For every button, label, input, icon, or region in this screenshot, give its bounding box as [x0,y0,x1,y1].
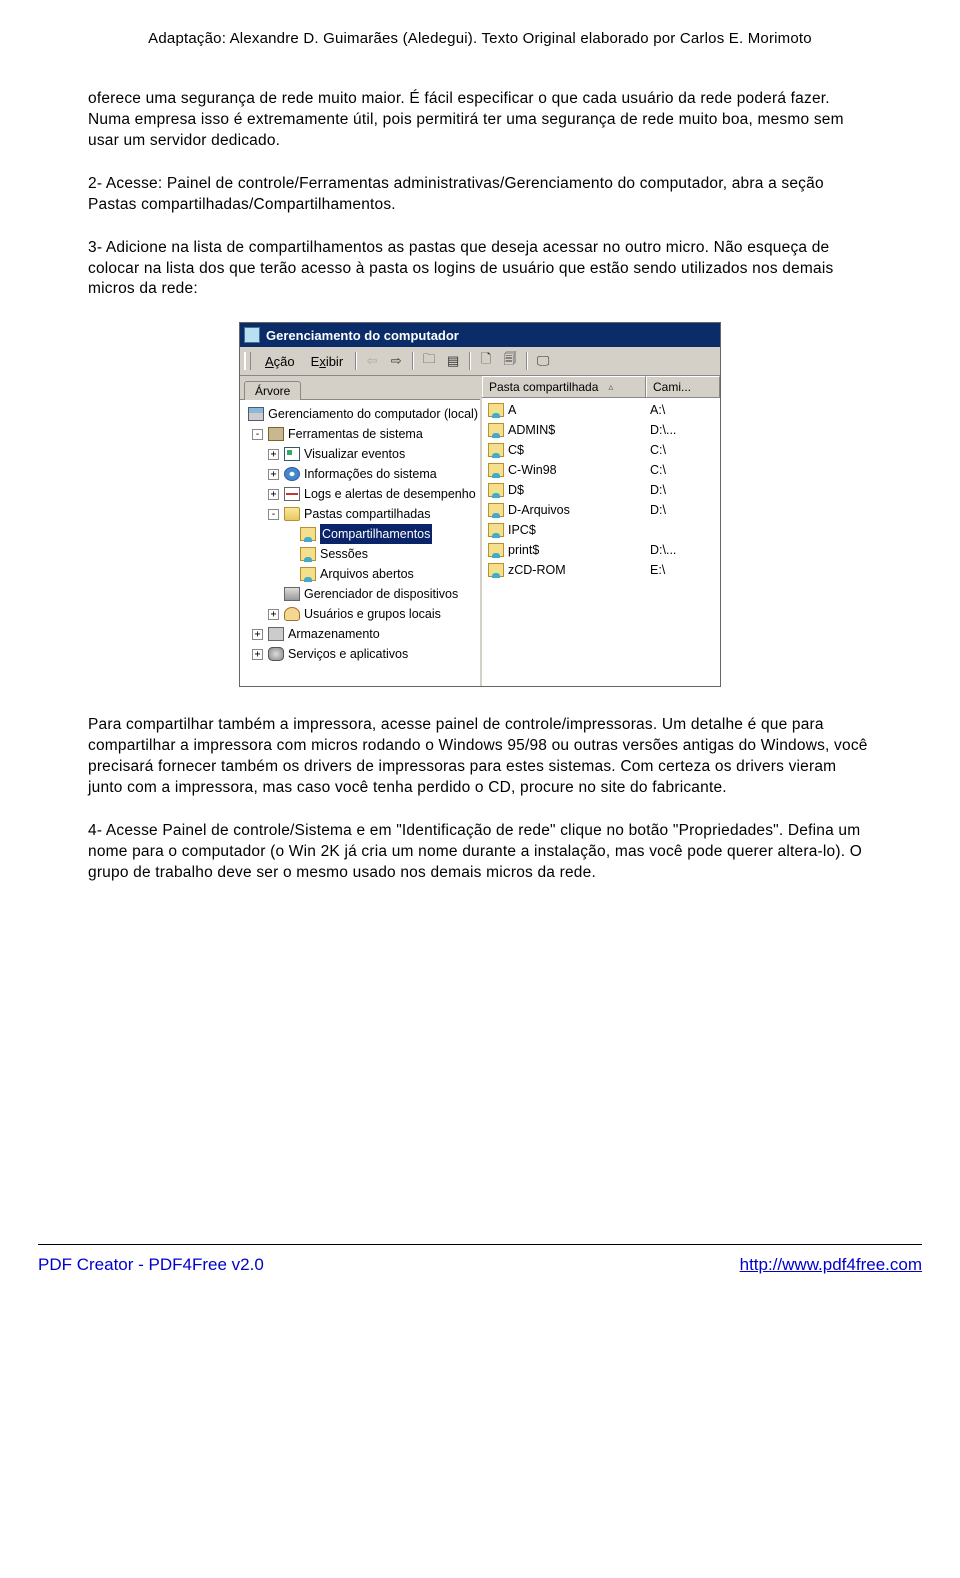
paragraph-4: Para compartilhar também a impressora, a… [88,715,872,799]
storage-icon [268,627,284,641]
tree-servicos[interactable]: Serviços e aplicativos [288,644,408,664]
share-icon [488,483,504,497]
list-item[interactable]: zCD-ROME:\ [482,560,720,580]
share-icon [488,463,504,477]
refresh-button[interactable]: 🗋 [475,351,497,371]
share-icon [488,443,504,457]
list-item[interactable]: AA:\ [482,400,720,420]
tree-sessoes[interactable]: Sessões [320,544,368,564]
list-item[interactable]: C$C:\ [482,440,720,460]
share-icon [488,543,504,557]
folder-open-icon [284,507,300,521]
log-icon [284,487,300,501]
paragraph-5: 4- Acesse Painel de controle/Sistema e e… [88,821,872,884]
tree-armaz[interactable]: Armazenamento [288,624,380,644]
titlebar[interactable]: Gerenciamento do computador [240,323,720,347]
page-footer: PDF Creator - PDF4Free v2.0 http://www.p… [38,1244,922,1295]
list-item[interactable]: D-ArquivosD:\ [482,500,720,520]
event-icon [284,447,300,461]
menu-exibir[interactable]: Exibir [303,352,352,371]
footer-product[interactable]: PDF Creator - PDF4Free v2.0 [38,1255,264,1275]
share-icon [300,547,316,561]
tree-view[interactable]: Gerenciamento do computador (local) -Fer… [240,400,480,668]
tree-pane: Árvore Gerenciamento do computador (loca… [240,376,482,686]
share-list[interactable]: AA:\ ADMIN$D:\... C$C:\ C-Win98C:\ D$D:\… [482,398,720,582]
paragraph-2: 2- Acesse: Painel de controle/Ferramenta… [88,174,872,216]
paragraph-3: 3- Adicione na lista de compartilhamento… [88,238,872,301]
share-icon [488,563,504,577]
menubar: Ação Exibir ⇦ ⇨ 🗀 ▤ 🗋 🗐 🖵 [240,347,720,376]
column-headers: Pasta compartilhada Cami... [482,376,720,398]
tree-visualizar[interactable]: Visualizar eventos [304,444,405,464]
info-icon [284,467,300,481]
share-icon [300,527,316,541]
computer-icon [248,407,264,421]
mmc-window: Gerenciamento do computador Ação Exibir … [239,322,721,687]
menu-acao[interactable]: Ação [257,352,303,371]
help-button[interactable]: 🖵 [532,351,554,371]
share-icon [488,403,504,417]
page-header: Adaptação: Alexandre D. Guimarães (Alede… [88,30,872,47]
tree-logs[interactable]: Logs e alertas de desempenho [304,484,476,504]
back-button[interactable]: ⇦ [361,351,383,371]
list-pane: Pasta compartilhada Cami... AA:\ ADMIN$D… [482,376,720,686]
tree-ferramentas[interactable]: Ferramentas de sistema [288,424,423,444]
share-icon [488,423,504,437]
list-item[interactable]: print$D:\... [482,540,720,560]
tree-root[interactable]: Gerenciamento do computador (local) [268,404,478,424]
footer-url[interactable]: http://www.pdf4free.com [740,1255,922,1275]
paragraph-1: oferece uma segurança de rede muito maio… [88,89,872,152]
tab-arvore[interactable]: Árvore [244,381,301,400]
tree-compartilhamentos[interactable]: Compartilhamentos [320,524,432,544]
users-icon [284,607,300,621]
window-title: Gerenciamento do computador [266,328,459,343]
properties-button[interactable]: ▤ [442,351,464,371]
share-icon [488,523,504,537]
list-item[interactable]: C-Win98C:\ [482,460,720,480]
gear-icon [268,647,284,661]
export-button[interactable]: 🗐 [499,351,521,371]
gripper-icon[interactable] [244,352,251,370]
device-icon [284,587,300,601]
tree-info[interactable]: Informações do sistema [304,464,437,484]
share-icon [488,503,504,517]
up-button[interactable]: 🗀 [418,351,440,371]
tree-arquivos[interactable]: Arquivos abertos [320,564,414,584]
tree-usuarios[interactable]: Usuários e grupos locais [304,604,441,624]
list-item[interactable]: ADMIN$D:\... [482,420,720,440]
tree-pastas[interactable]: Pastas compartilhadas [304,504,430,524]
forward-button[interactable]: ⇨ [385,351,407,371]
list-item[interactable]: D$D:\ [482,480,720,500]
col-pasta[interactable]: Pasta compartilhada [482,376,646,397]
col-cami[interactable]: Cami... [646,376,720,397]
app-icon [244,327,260,343]
list-item[interactable]: IPC$ [482,520,720,540]
share-icon [300,567,316,581]
tools-icon [268,427,284,441]
tree-gerdisp[interactable]: Gerenciador de dispositivos [304,584,458,604]
